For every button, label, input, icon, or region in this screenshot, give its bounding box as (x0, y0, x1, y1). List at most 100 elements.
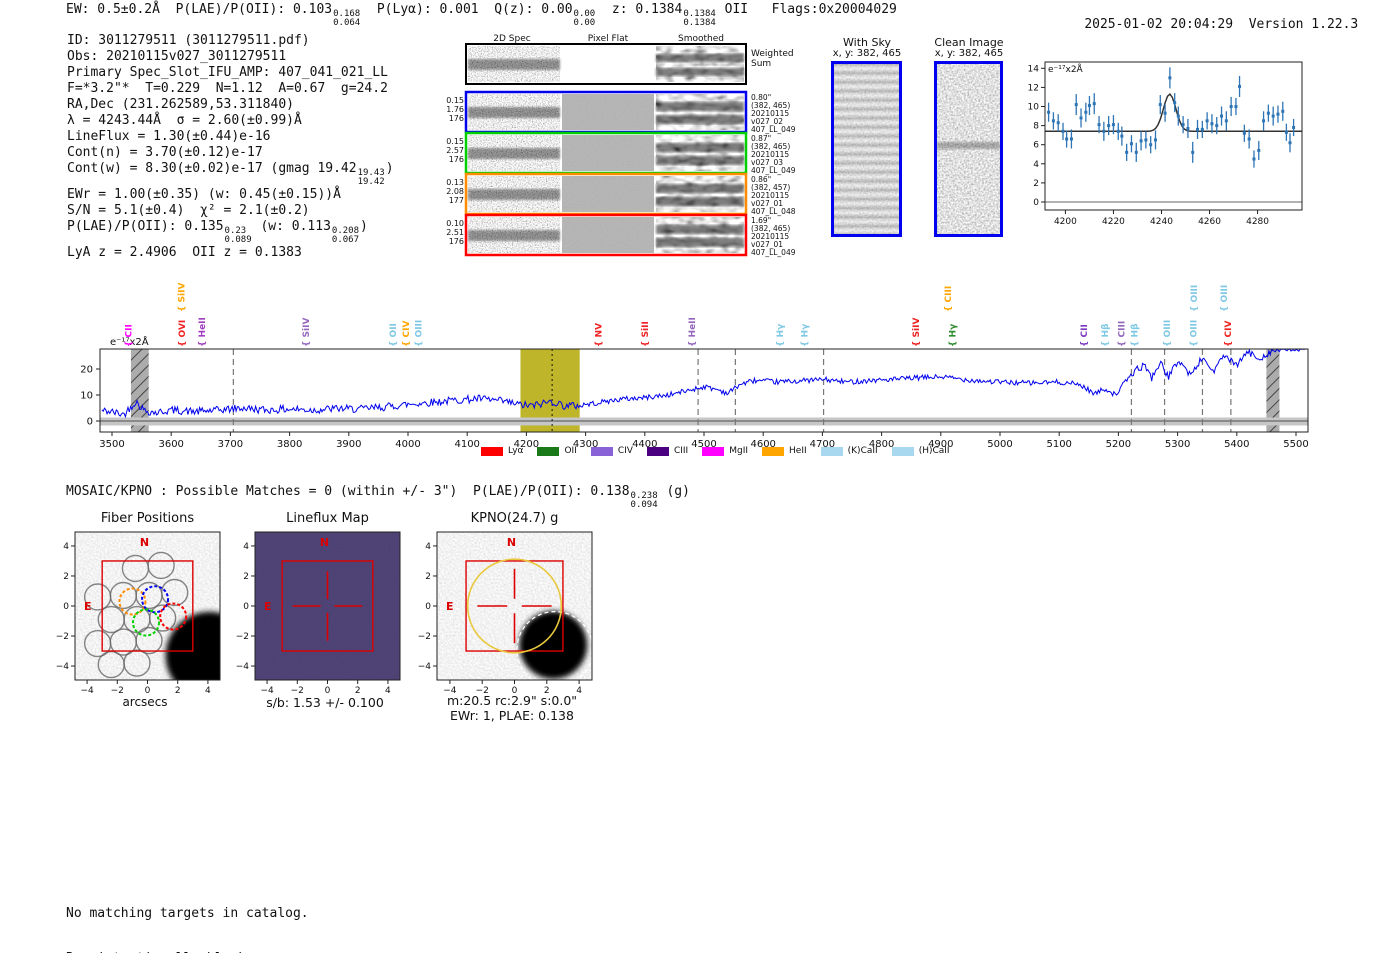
legend-swatch (891, 446, 914, 456)
info-line-5: RA,Dec (231.262589,53.311840) (67, 97, 294, 112)
report-datetime: 2025-01-02 20:04:29 (1084, 17, 1234, 32)
legend-item-oii: OII (537, 446, 577, 456)
svg-text:N: N (320, 536, 329, 549)
svg-text:0.15: 0.15 (446, 96, 464, 105)
svg-text:1.76: 1.76 (446, 105, 464, 114)
svg-text:−2: −2 (291, 686, 304, 693)
with-sky-coords: x, y: 382, 465 (832, 48, 902, 59)
emission-line-label-hβ: { Hβ (1101, 323, 1111, 347)
svg-text:10: 10 (1028, 103, 1040, 113)
legend-label: (H)CaII (918, 446, 950, 456)
svg-text:3600: 3600 (158, 439, 183, 450)
svg-text:2.51: 2.51 (446, 228, 464, 237)
elixer-report-page: EW: 0.5±0.2Å P(LAE)/P(OII): 0.103 0.168 0.… (0, 0, 1400, 953)
svg-text:−2: −2 (236, 632, 249, 642)
svg-text:−2: −2 (476, 686, 489, 693)
svg-text:0: 0 (63, 602, 69, 612)
uncertainty-fraction: 0.208 0.067 (331, 226, 360, 245)
legend-label: HeII (789, 446, 807, 456)
info-line-10: EWr = 1.00(±0.35) (w: 0.45(±0.15))Å (67, 187, 341, 202)
svg-text:E: E (446, 600, 454, 613)
svg-text:176: 176 (449, 114, 464, 123)
svg-text:Sum: Sum (751, 59, 771, 69)
svg-text:176: 176 (449, 155, 464, 164)
svg-text:6: 6 (1033, 141, 1039, 151)
header-meta-gap (1233, 17, 1249, 32)
clean-image-coords: x, y: 382, 465 (934, 48, 1004, 59)
svg-text:2: 2 (243, 572, 249, 582)
svg-text:0: 0 (1033, 198, 1039, 208)
legend-item-hcaii: (H)CaII (891, 446, 950, 456)
svg-text:E: E (264, 600, 272, 613)
svg-text:4000: 4000 (395, 439, 420, 450)
clean-image (934, 61, 1003, 237)
svg-text:3500: 3500 (99, 439, 124, 450)
info-line-6: λ = 4243.44Å σ = 2.60(±0.99)Å (67, 113, 302, 128)
svg-text:0: 0 (243, 602, 249, 612)
svg-text:4100: 4100 (454, 439, 479, 450)
svg-text:407_LL_049: 407_LL_049 (751, 166, 796, 175)
uncertainty-fraction: 0.238 0.094 (630, 491, 658, 510)
svg-text:N: N (140, 536, 149, 549)
emission-line-label-siiv: { SiIV (912, 318, 922, 347)
legend-swatch (762, 446, 785, 456)
fiber-positions-panel: N E −4 −4 −2 −2 0 0 2 2 4 4 (56, 531, 221, 693)
emission-line-label-nv: { NV (595, 323, 605, 347)
fiber-xlabel: arcsecs (122, 695, 168, 709)
svg-text:−4: −4 (418, 662, 432, 672)
svg-text:−2: −2 (111, 686, 124, 693)
info-line-9: Cont(w) = 8.30(±0.02)e-17 (gmag 19.42 19.… (67, 161, 394, 187)
svg-text:10: 10 (80, 391, 93, 402)
uncertainty-fraction: 0.168 0.064 (333, 9, 361, 28)
svg-text:5200: 5200 (1106, 439, 1131, 450)
svg-text:12: 12 (1028, 83, 1039, 93)
svg-text:2: 2 (355, 686, 361, 693)
emission-line-label-ciii: { CIII (1117, 321, 1127, 347)
svg-text:4: 4 (425, 542, 431, 552)
emission-line-label-oiii: { OIII (1163, 320, 1173, 347)
svg-text:407_LL_049: 407_LL_049 (751, 125, 796, 134)
svg-text:407_LL_049: 407_LL_049 (751, 248, 796, 257)
emission-line-label-hγ: { Hγ (949, 324, 959, 347)
svg-text:8: 8 (1033, 122, 1039, 132)
legend-swatch (481, 446, 503, 456)
svg-text:4260: 4260 (1198, 217, 1221, 227)
svg-text:4200: 4200 (1054, 217, 1077, 227)
svg-text:5000: 5000 (987, 439, 1012, 450)
legend-swatch (646, 446, 669, 456)
legend-label: CIV (617, 446, 633, 456)
svg-text:4280: 4280 (1246, 217, 1269, 227)
legend-item-ciii: CIII (646, 446, 688, 456)
svg-text:4: 4 (385, 686, 391, 693)
info-line-8: Cont(n) = 3.70(±0.12)e-17 (67, 145, 263, 160)
svg-text:2.08: 2.08 (446, 187, 464, 196)
svg-text:5100: 5100 (1046, 439, 1071, 450)
svg-text:0: 0 (325, 686, 331, 693)
kpno-xlabel-1: m:20.5 rc:2.9" s:0.0" (446, 693, 578, 708)
svg-text:2.57: 2.57 (446, 146, 464, 155)
legend-item-mgii: MgII (702, 446, 748, 456)
svg-text:4220: 4220 (1102, 217, 1125, 227)
svg-text:2: 2 (63, 572, 69, 582)
uncertainty-fraction: 0.00 0.00 (573, 9, 596, 28)
catalog-match-line: MOSAIC/KPNO : Possible Matches = 0 (with… (66, 484, 690, 510)
uncertainty-fraction: 0.1384 0.1384 (683, 9, 716, 28)
legend-swatch (820, 446, 843, 456)
full-spectrum-plot: 3500 3600 3700 3800 3900 4000 4100 4200 4300 4400… (80, 283, 1308, 450)
emission-line-label-siii: { SiII (641, 321, 651, 347)
info-line-12: P(LAE)/P(OII): 0.135 0.23 0.089 (w: 0.113 0… (67, 219, 368, 245)
svg-text:−4: −4 (56, 662, 70, 672)
svg-text:2: 2 (544, 686, 550, 693)
info-line-7: LineFlux = 1.30(±0.44)e-16 (67, 129, 271, 144)
emission-line-label-oiii: { OIII (1190, 320, 1200, 347)
svg-text:−4: −4 (443, 686, 457, 693)
svg-text:4: 4 (1033, 160, 1039, 170)
svg-text:14: 14 (1028, 64, 1040, 74)
svg-text:0: 0 (425, 602, 431, 612)
legend-swatch (702, 446, 725, 456)
kpno-image-panel: N E −4 −4 −2 −2 0 0 2 2 4 4 (418, 531, 593, 693)
svg-text:407_LL_048: 407_LL_048 (751, 207, 796, 216)
emission-line-label-oiii: { OIII (415, 320, 425, 347)
uncertainty-fraction: 19.43 19.42 (357, 168, 385, 187)
svg-text:0: 0 (145, 686, 151, 693)
